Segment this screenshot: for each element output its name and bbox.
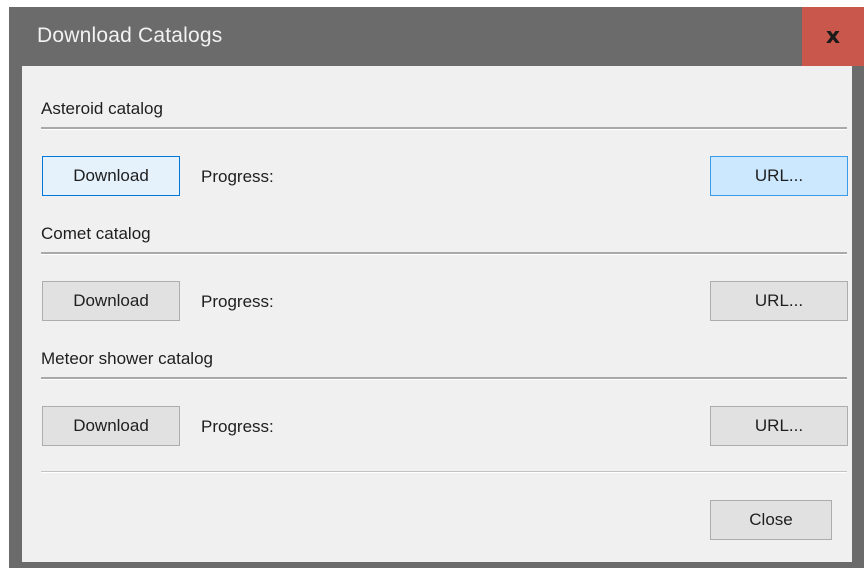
asteroid-progress-label: Progress: (201, 167, 274, 186)
download-catalogs-dialog: Download Catalogs x Asteroid catalog Dow… (9, 7, 864, 568)
asteroid-catalog-heading: Asteroid catalog (41, 99, 163, 118)
meteor-shower-section-divider (41, 377, 847, 380)
window-title: Download Catalogs (37, 24, 223, 47)
footer-divider (41, 471, 847, 473)
screen: Download Catalogs x Asteroid catalog Dow… (0, 0, 865, 568)
comet-url-button[interactable]: URL... (710, 281, 848, 321)
asteroid-section-divider (41, 127, 847, 130)
comet-section-divider (41, 252, 847, 255)
meteor-shower-catalog-heading: Meteor shower catalog (41, 349, 213, 368)
close-icon: x (825, 24, 841, 49)
meteor-shower-download-button[interactable]: Download (42, 406, 180, 446)
comet-catalog-heading: Comet catalog (41, 224, 151, 243)
comet-download-button[interactable]: Download (42, 281, 180, 321)
dialog-body: Asteroid catalog Download Progress: URL.… (22, 66, 852, 562)
meteor-shower-url-button[interactable]: URL... (710, 406, 848, 446)
comet-progress-label: Progress: (201, 292, 274, 311)
close-button[interactable]: Close (710, 500, 832, 540)
asteroid-download-button[interactable]: Download (42, 156, 180, 196)
asteroid-url-button[interactable]: URL... (710, 156, 848, 196)
meteor-shower-progress-label: Progress: (201, 417, 274, 436)
close-window-button[interactable]: x (802, 7, 864, 66)
title-bar[interactable]: Download Catalogs x (9, 7, 864, 66)
